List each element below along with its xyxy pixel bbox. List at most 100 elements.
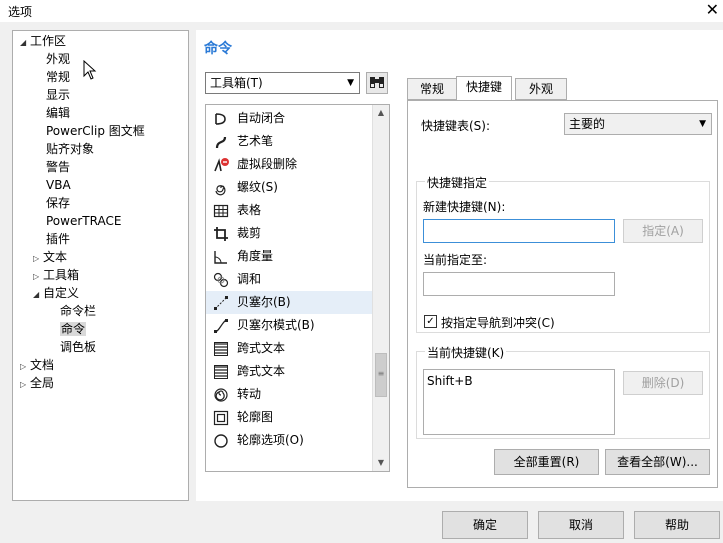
- ok-button[interactable]: 确定: [442, 511, 528, 539]
- options-tree[interactable]: ◢ 工作区 外观 常规 显示 编辑 PowerClip 图文框 贴齐对象 警告 VBA 保存 Powe…: [12, 30, 189, 501]
- tree-item-label: 工作区: [30, 34, 67, 48]
- command-label: 贝塞尔(B): [237, 295, 291, 309]
- command-list-item[interactable]: 跨式文本: [206, 337, 372, 360]
- tree-item-warnings[interactable]: 警告: [46, 158, 70, 176]
- tree-item-label: 外观: [46, 52, 71, 66]
- tree-item-label: 工具箱: [43, 268, 80, 282]
- tree-item-powerclip[interactable]: PowerClip 图文框: [46, 122, 145, 140]
- new-shortcut-input[interactable]: [423, 219, 615, 243]
- tab-shortcuts[interactable]: 快捷键: [456, 76, 512, 101]
- tree-item-label: PowerTRACE: [46, 214, 122, 228]
- tree-item-snap[interactable]: 贴齐对象: [46, 140, 94, 158]
- shortcut-table-label: 快捷键表(S):: [421, 119, 491, 133]
- tab-appearance[interactable]: 外观: [515, 78, 567, 100]
- tree-item-label: 保存: [46, 196, 71, 210]
- tree-item-commands[interactable]: 命令: [60, 320, 87, 338]
- virtual-segment-delete-icon: [214, 158, 229, 172]
- command-list-item[interactable]: 角度量: [206, 245, 372, 268]
- command-list-item[interactable]: 调和: [206, 268, 372, 291]
- current-shortcut-list[interactable]: Shift+B: [423, 369, 615, 435]
- tree-item-display[interactable]: 显示: [46, 86, 70, 104]
- command-list-item[interactable]: 虚拟段删除: [206, 153, 372, 176]
- delete-shortcut-button[interactable]: 删除(D): [623, 371, 703, 395]
- command-label: 轮廓图: [237, 410, 274, 424]
- tree-item-save[interactable]: 保存: [46, 194, 70, 212]
- tree-item-general[interactable]: 常规: [46, 68, 70, 86]
- tree-node-customize[interactable]: ◢ 自定义: [33, 284, 79, 302]
- tree-item-plugins[interactable]: 插件: [46, 230, 70, 248]
- command-list-item[interactable]: 贝塞尔(B): [206, 291, 372, 314]
- nav-conflict-label[interactable]: 按指定导航到冲突(C): [441, 314, 555, 331]
- main-panel: 命令 工具箱(T) ▼ 轮廓选项(O) 轮廓图 转动 跨式文本 跨式文本 贝塞尔模式(B)…: [196, 30, 723, 501]
- expanded-arrow-icon[interactable]: ◢: [33, 286, 43, 304]
- new-shortcut-label: 新建快捷键(N):: [423, 200, 506, 214]
- command-list-item[interactable]: 自动闭合: [206, 107, 372, 130]
- tree-node-global[interactable]: ▷ 全局: [20, 374, 54, 392]
- outline-options-icon: [214, 434, 228, 448]
- tree-node-text[interactable]: ▷ 文本: [33, 248, 67, 266]
- tree-node-document[interactable]: ▷ 文档: [20, 356, 54, 374]
- span-text-icon: [214, 365, 228, 379]
- current-shortcut-item[interactable]: Shift+B: [427, 374, 611, 388]
- command-list-item[interactable]: 表格: [206, 199, 372, 222]
- command-label: 螺纹(S): [237, 180, 278, 194]
- span-text-icon: [214, 342, 228, 356]
- command-label: 贝塞尔模式(B): [237, 318, 315, 332]
- command-list-item[interactable]: 螺纹(S): [206, 176, 372, 199]
- find-command-button[interactable]: [366, 72, 388, 94]
- tree-node-toolbox[interactable]: ▷ 工具箱: [33, 266, 79, 284]
- tree-item-label: 插件: [46, 232, 71, 246]
- tree-item-command-bars[interactable]: 命令栏: [60, 302, 96, 320]
- chevron-down-icon: ▼: [699, 119, 706, 129]
- twirl-icon: [214, 388, 228, 402]
- close-icon[interactable]: ✕: [706, 0, 719, 20]
- collapsed-arrow-icon[interactable]: ▷: [20, 376, 30, 394]
- command-list-item[interactable]: 裁剪: [206, 222, 372, 245]
- window-title: 选项: [8, 5, 33, 19]
- shortcut-table-dropdown[interactable]: 主要的 ▼: [564, 113, 712, 135]
- command-label: 表格: [237, 203, 262, 217]
- assign-button[interactable]: 指定(A): [623, 219, 703, 243]
- assign-shortcut-group-title: 快捷键指定: [425, 174, 490, 191]
- title-bar: 选项 ✕: [0, 0, 723, 22]
- cancel-button[interactable]: 取消: [538, 511, 624, 539]
- tree-item-label: VBA: [46, 178, 71, 192]
- binoculars-icon: [370, 77, 384, 88]
- command-list-item[interactable]: 跨式文本: [206, 360, 372, 383]
- reset-all-button[interactable]: 全部重置(R): [494, 449, 599, 475]
- category-dropdown[interactable]: 工具箱(T) ▼: [205, 72, 360, 94]
- auto-close-icon: [215, 113, 226, 125]
- command-label: 裁剪: [237, 226, 262, 240]
- angle-measure-icon: [214, 251, 227, 264]
- scroll-down-icon[interactable]: ▼: [373, 455, 389, 471]
- tree-node-workspace[interactable]: ◢ 工作区: [20, 32, 66, 50]
- tree-item-edit[interactable]: 编辑: [46, 104, 70, 122]
- command-list-item[interactable]: 贝塞尔模式(B): [206, 314, 372, 337]
- command-list[interactable]: 轮廓选项(O) 轮廓图 转动 跨式文本 跨式文本 贝塞尔模式(B) 贝塞尔(B) 调和 角度量 裁…: [205, 104, 390, 472]
- command-list-item[interactable]: 轮廓选项(O): [206, 429, 372, 452]
- expanded-arrow-icon[interactable]: ◢: [20, 34, 30, 52]
- command-list-scrollbar[interactable]: ▲ ≡ ▼: [372, 105, 389, 471]
- tree-item-label: 警告: [46, 160, 71, 174]
- tree-item-palettes[interactable]: 调色板: [60, 338, 96, 356]
- tree-item-label: 命令栏: [60, 304, 97, 318]
- command-list-item[interactable]: 转动: [206, 383, 372, 406]
- command-list-item[interactable]: 轮廓图: [206, 406, 372, 429]
- scroll-up-icon[interactable]: ▲: [373, 105, 389, 121]
- tree-item-label: 文档: [30, 358, 55, 372]
- tree-item-powertrace[interactable]: PowerTRACE: [46, 212, 121, 230]
- crop-icon: [214, 227, 228, 241]
- tree-item-appearance[interactable]: 外观: [46, 50, 70, 68]
- spiral-icon: [215, 185, 226, 196]
- current-assigned-label: 当前指定至:: [423, 253, 488, 267]
- tree-item-vba[interactable]: VBA: [46, 176, 71, 194]
- view-all-button[interactable]: 查看全部(W)...: [605, 449, 710, 475]
- command-list-item[interactable]: 艺术笔: [206, 130, 372, 153]
- scrollbar-thumb[interactable]: ≡: [375, 353, 387, 397]
- artistic-pen-icon: [215, 136, 227, 149]
- nav-conflict-checkbox[interactable]: ✓: [424, 315, 437, 328]
- command-label: 转动: [237, 387, 262, 401]
- tab-general[interactable]: 常规: [407, 78, 457, 100]
- help-button[interactable]: 帮助: [634, 511, 720, 539]
- blend-icon: [213, 272, 229, 288]
